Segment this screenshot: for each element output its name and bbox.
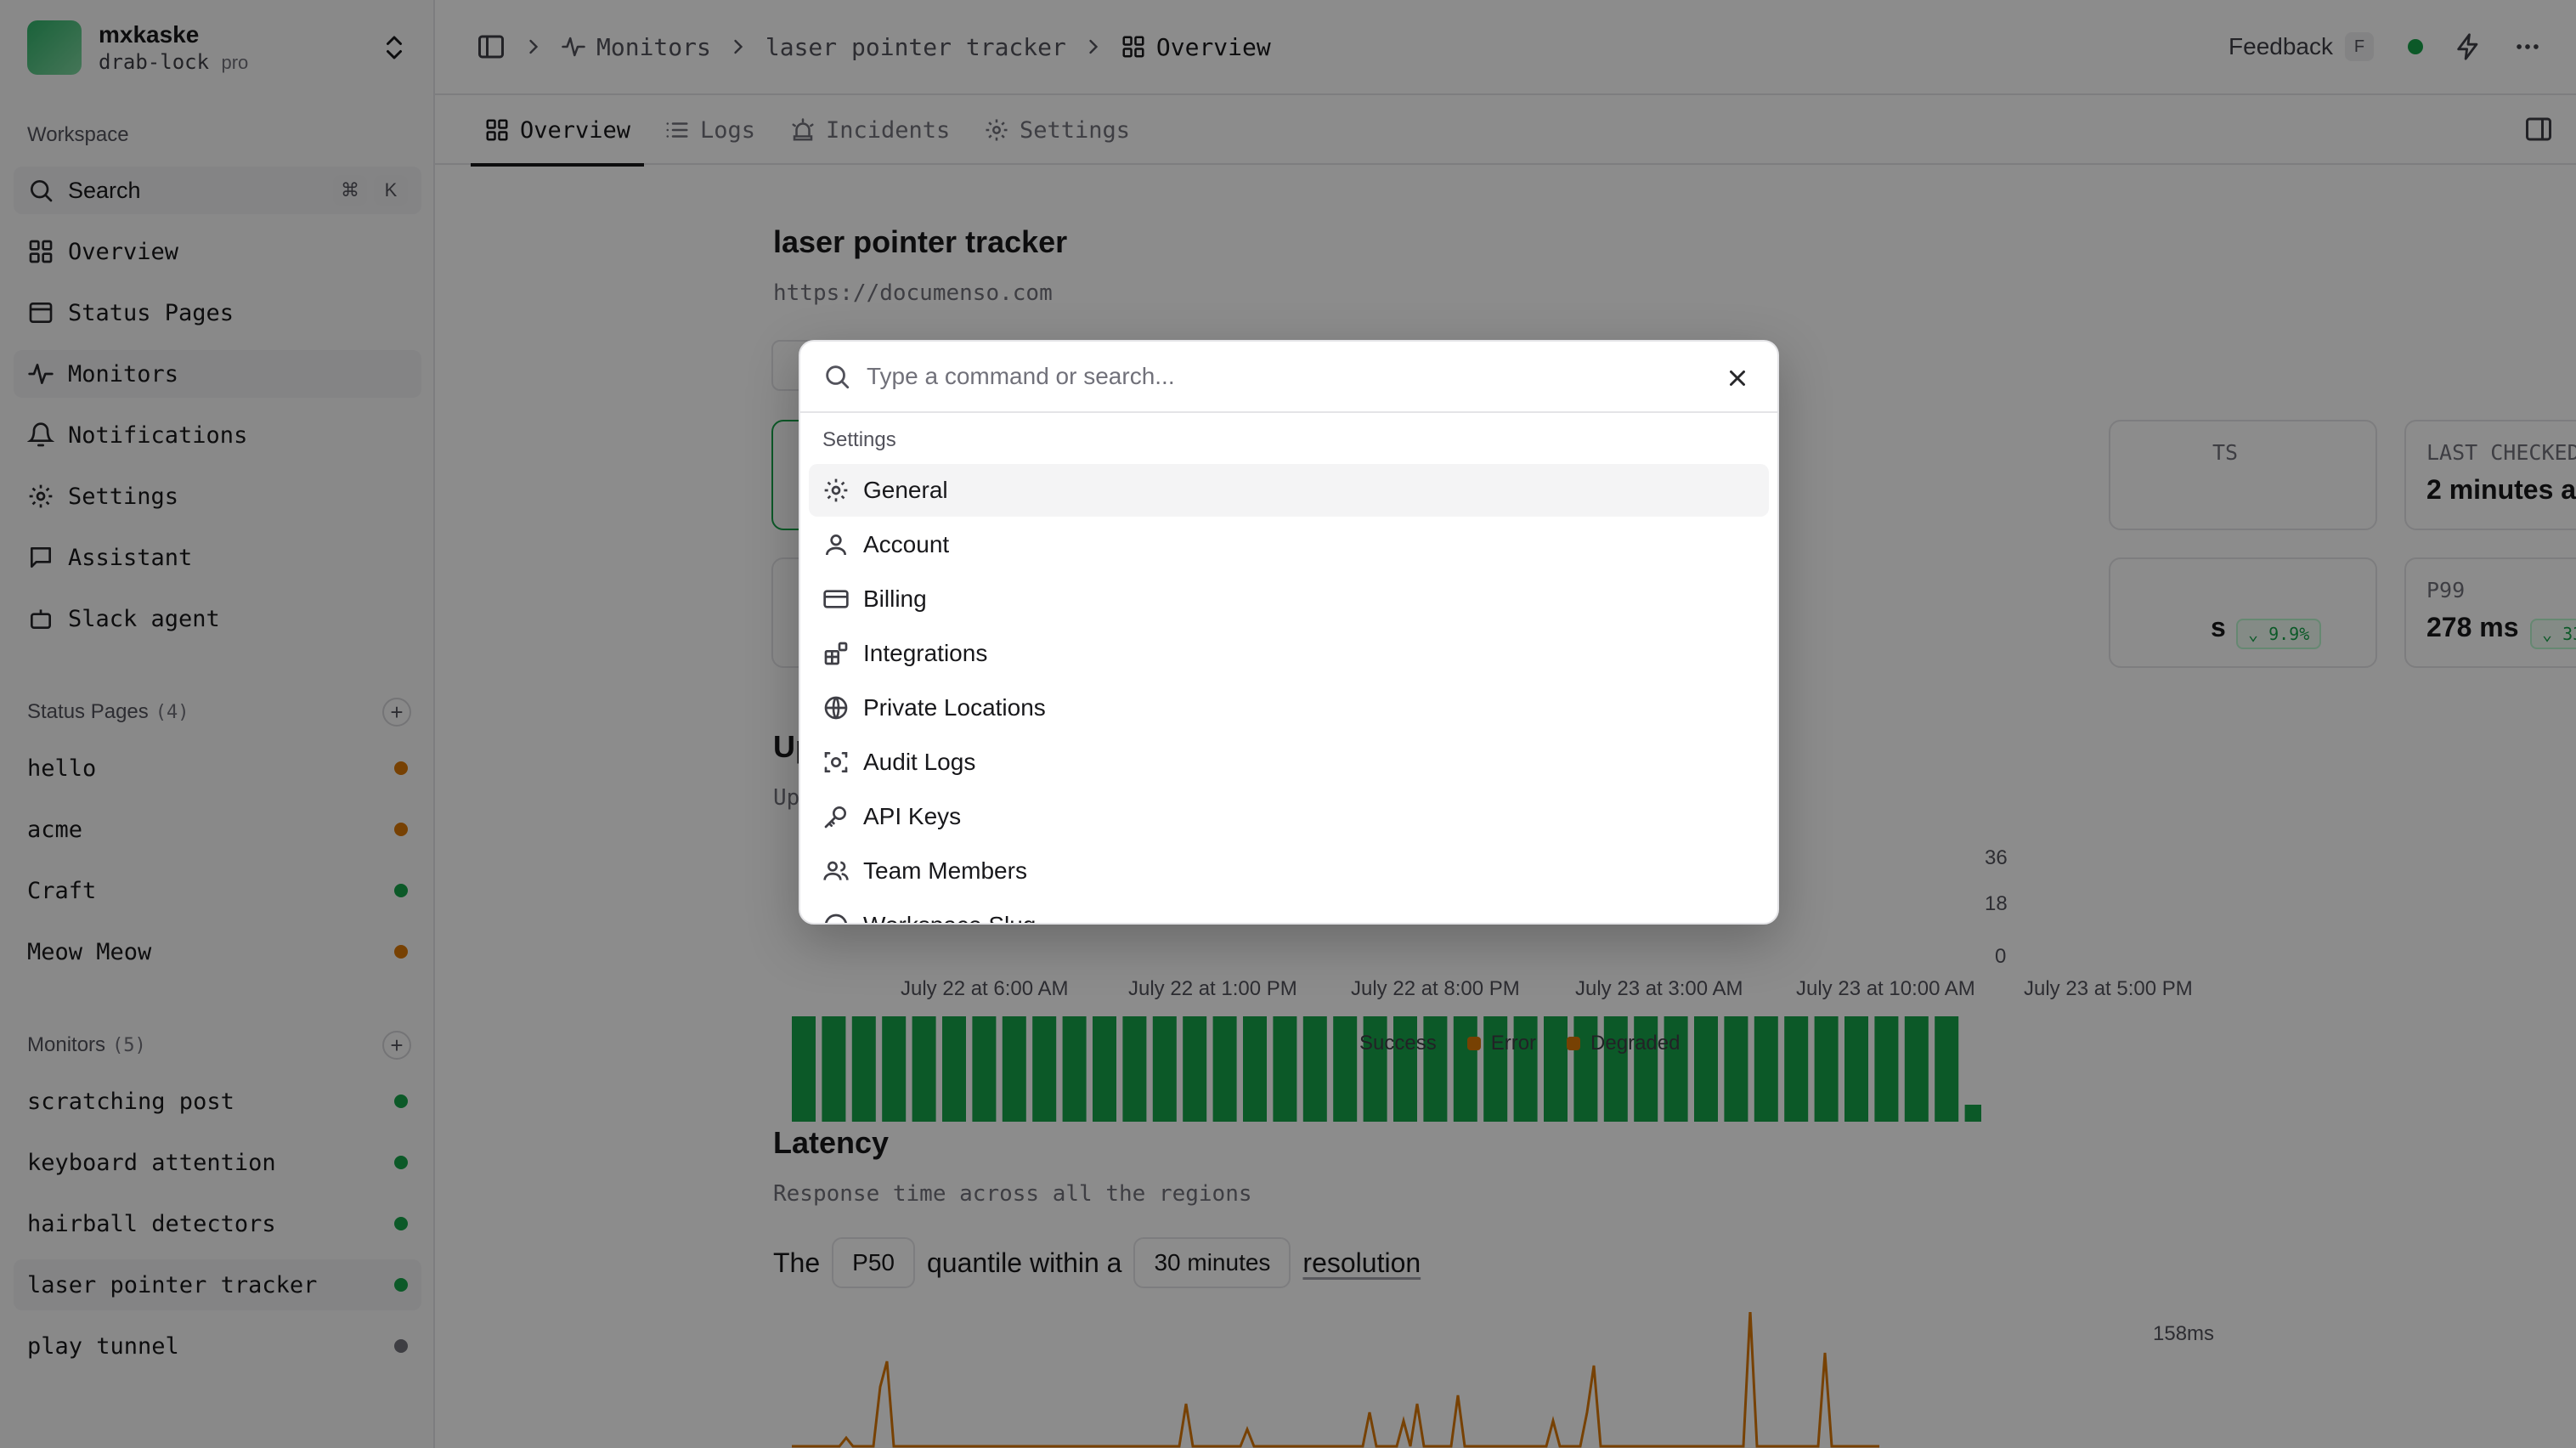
command-item-label: Private Locations bbox=[863, 694, 1046, 721]
command-group-label: Settings bbox=[822, 428, 896, 451]
blocks-icon bbox=[824, 642, 848, 665]
command-item-label: Workspace Slug bbox=[863, 912, 1036, 923]
command-item-api-keys[interactable]: API Keys bbox=[809, 790, 1769, 843]
globe-icon bbox=[824, 696, 848, 720]
scan-icon bbox=[824, 752, 848, 772]
command-item-label: Audit Logs bbox=[863, 749, 976, 775]
command-item-workspace-slug[interactable]: Workspace Slug bbox=[809, 899, 1769, 923]
command-item-label: Account bbox=[863, 531, 950, 557]
command-palette: Settings General Account Billing Integra… bbox=[799, 340, 1779, 925]
command-item-general[interactable]: General bbox=[809, 464, 1769, 517]
command-item-label: Billing bbox=[863, 585, 927, 612]
command-item-audit-logs[interactable]: Audit Logs bbox=[809, 736, 1769, 789]
command-search-bar bbox=[800, 342, 1777, 413]
credit-card-icon bbox=[823, 590, 849, 608]
command-item-label: Integrations bbox=[863, 640, 988, 666]
command-item-billing[interactable]: Billing bbox=[809, 573, 1769, 625]
command-item-private-locations[interactable]: Private Locations bbox=[809, 682, 1769, 734]
close-icon[interactable] bbox=[1725, 365, 1750, 391]
command-item-account[interactable]: Account bbox=[809, 518, 1769, 571]
circle-icon bbox=[825, 913, 847, 923]
command-item-label: API Keys bbox=[863, 803, 962, 829]
user-icon bbox=[826, 535, 846, 556]
command-search-input[interactable] bbox=[867, 363, 1631, 390]
command-item-integrations[interactable]: Integrations bbox=[809, 627, 1769, 680]
command-item-team-members[interactable]: Team Members bbox=[809, 845, 1769, 897]
users-icon bbox=[823, 861, 849, 880]
gear-icon bbox=[824, 478, 848, 502]
command-item-label: General bbox=[863, 477, 948, 503]
key-icon bbox=[824, 806, 846, 829]
command-item-label: Team Members bbox=[863, 857, 1027, 884]
search-icon bbox=[826, 365, 850, 389]
